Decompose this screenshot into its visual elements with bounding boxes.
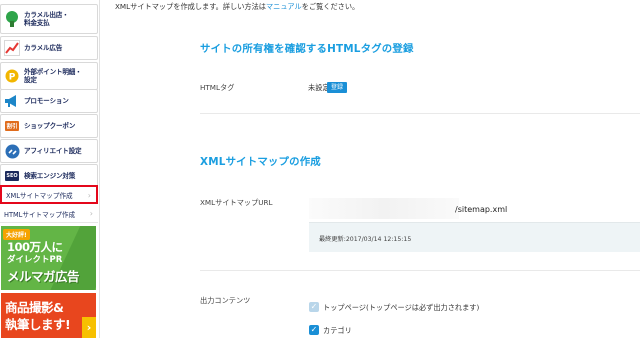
seo-icon: SEO [4, 168, 20, 184]
ad-line: ダイレクトPR [7, 255, 63, 265]
checkbox-top-page[interactable]: ✓ [309, 302, 319, 312]
coupon-icon-text: 割引 [5, 121, 19, 131]
html-tag-label: HTMLタグ [200, 83, 235, 92]
chevron-right-icon: › [87, 191, 91, 200]
sidebar-item-label: HTMLサイトマップ作成 [4, 210, 76, 219]
megaphone-icon [4, 93, 20, 109]
sidebar-item-label: XMLサイトマップ作成 [6, 191, 73, 200]
main-content: XMLサイトマップを作成します。詳しい方法はマニュアルをご覧ください。 サイトの… [100, 0, 640, 338]
link-icon [4, 143, 20, 159]
sidebar-item-external-points[interactable]: P 外部ポイント明細・ 設定 [0, 62, 98, 90]
manual-link[interactable]: マニュアル [266, 2, 302, 11]
output-content-label: 出力コンテンツ [200, 296, 251, 305]
chevron-right-icon: › [89, 209, 93, 218]
ad-line: メルマガ広告 [7, 269, 80, 284]
last-update-box: 最終更新:2017/03/14 12:15:15 [309, 222, 640, 252]
sidebar: カラメル出店・ 料金支払 カラメル広告 P 外部ポイント明細・ 設定 プロモーシ… [0, 0, 100, 338]
last-update-text: 最終更新:2017/03/14 12:15:15 [319, 236, 412, 243]
intro-text-before: XMLサイトマップを作成します。詳しい方法は [115, 2, 266, 11]
point-icon: P [4, 68, 20, 84]
sidebar-item-coupon[interactable]: 割引 ショップクーポン [0, 114, 98, 138]
url-masked-area [309, 198, 459, 219]
chart-icon [4, 40, 20, 56]
divider [200, 270, 640, 271]
coupon-icon: 割引 [4, 118, 20, 134]
html-tag-section-title: サイトの所有権を確認するHTMLタグの登録 [200, 43, 414, 55]
photo-writing-ad-banner[interactable]: 商品撮影& 執筆します! › [1, 293, 96, 338]
sidebar-item-label: ショップクーポン [24, 122, 76, 130]
sidebar-item-ads[interactable]: カラメル広告 [0, 36, 98, 60]
sidebar-item-label: 検索エンジン対策 [24, 172, 76, 180]
svg-text:P: P [9, 73, 16, 83]
checkbox-top-page-label: トップページ(トップページは必ず出力されます) [323, 303, 480, 312]
sidebar-item-label: カラメル広告 [24, 44, 63, 52]
sidebar-item-shop-payment[interactable]: カラメル出店・ 料金支払 [0, 4, 98, 34]
chevron-right-icon: › [82, 317, 96, 338]
sidebar-item-html-sitemap[interactable]: HTMLサイトマップ作成 › [0, 205, 98, 223]
divider [200, 113, 640, 114]
sidebar-item-label: プロモーション [24, 97, 69, 105]
sidebar-item-label: 外部ポイント明細・ 設定 [24, 68, 82, 84]
checkbox-category[interactable]: ✓ [309, 325, 319, 335]
shop-icon [4, 11, 20, 27]
sidebar-item-promotion[interactable]: プロモーション [0, 89, 98, 113]
xml-sitemap-url[interactable]: /sitemap.xml [455, 205, 507, 214]
sidebar-item-label: カラメル出店・ 料金支払 [24, 11, 69, 27]
register-button[interactable]: 登録 [327, 82, 348, 93]
intro-text: XMLサイトマップを作成します。詳しい方法はマニュアルをご覧ください。 [115, 2, 359, 12]
xml-section-title: XMLサイトマップの作成 [200, 156, 321, 168]
xml-sitemap-url-label: XMLサイトマップURL [200, 198, 273, 207]
sidebar-item-affiliate[interactable]: アフィリエイト設定 [0, 139, 98, 163]
checkbox-category-label: カテゴリ [323, 326, 352, 335]
intro-text-after: をご覧ください。 [301, 2, 360, 11]
sidebar-item-xml-sitemap[interactable]: XMLサイトマップ作成 › [0, 185, 98, 204]
mail-magazine-ad-banner[interactable]: 大好評! 100万人に ダイレクトPR メルマガ広告 [1, 226, 96, 290]
sidebar-item-label: アフィリエイト設定 [24, 147, 82, 155]
seo-icon-text: SEO [5, 171, 19, 181]
ad-line: 執筆します! [5, 317, 71, 332]
